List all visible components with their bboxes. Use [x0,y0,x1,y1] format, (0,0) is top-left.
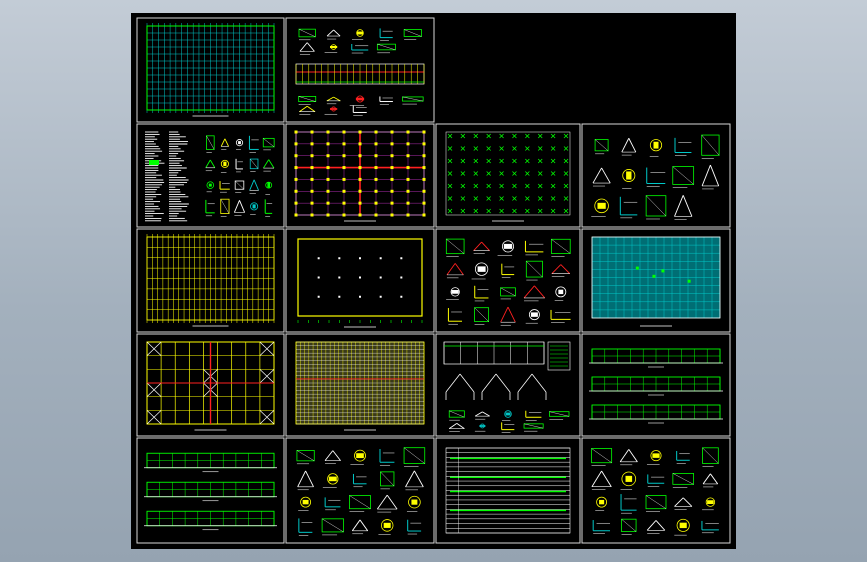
sheet-s16[interactable] [285,437,435,544]
sheet-s08[interactable] [285,228,435,333]
sheet-s04[interactable] [285,123,435,228]
drawing-viewport[interactable] [131,13,736,549]
sheet-s03[interactable] [136,123,285,228]
sheet-s02[interactable] [285,17,435,123]
sheet-s14[interactable] [581,333,731,437]
sheet-s07[interactable] [136,228,285,333]
sheet-s17[interactable] [435,437,581,544]
sheet-s10[interactable] [581,228,731,333]
sheet-s06[interactable] [581,123,731,228]
sheet-s18[interactable] [581,437,731,544]
sheet-s12[interactable] [285,333,435,437]
sheet-s01[interactable] [136,17,285,123]
sheet-s05[interactable] [435,123,581,228]
sheet-s09[interactable] [435,228,581,333]
sheet-s11[interactable] [136,333,285,437]
cad-drawing-sheets[interactable] [131,13,736,549]
sheet-s15[interactable] [136,437,285,544]
sheet-s13[interactable] [435,333,581,437]
